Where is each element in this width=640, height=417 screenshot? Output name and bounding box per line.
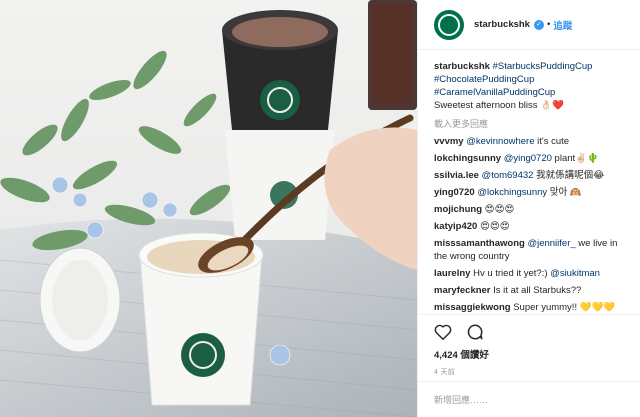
post-caption: starbuckshk #StarbucksPuddingCup #Chocol… [434, 60, 624, 112]
comment-mention[interactable]: @ying0720 [504, 153, 552, 164]
hashtag-link[interactable]: #CaramelVanillaPuddingCup [434, 87, 555, 98]
comment-mention[interactable]: @lokchingsunny [477, 187, 547, 198]
hashtag-link[interactable]: #StarbucksPuddingCup [493, 61, 593, 72]
post-photo[interactable] [0, 0, 417, 417]
post-header: starbuckshk ✓ • 追蹤 [418, 0, 640, 50]
comment-username[interactable]: lokchingsunny [434, 153, 501, 164]
caption-text: Sweetest afternoon bliss 👌🏻❤️ [434, 100, 564, 111]
post-container: starbuckshk ✓ • 追蹤 starbuckshk #Starbuck… [0, 0, 640, 417]
comment-username[interactable]: katyip420 [434, 221, 477, 232]
comment-item: katyip420 😍😍😍 [434, 220, 624, 233]
comment-username[interactable]: ying0720 [434, 187, 475, 198]
comment-username[interactable]: laurelny [434, 268, 470, 279]
comment-text: Hv u tried it yet?:) [473, 268, 548, 279]
comment-item: missaggiekwong Super yummy!! 💛💛💛💛 [434, 301, 624, 314]
comment-item: mojichung 😍😍😍 [434, 203, 624, 216]
follow-button[interactable]: 追蹤 [553, 18, 572, 32]
comment-item: ying0720 @lokchingsunny 맞아 🙉 [434, 186, 624, 199]
comment-text: 😍😍😍 [479, 221, 510, 232]
comment-text: it's cute [534, 136, 570, 147]
comment-username[interactable]: missaggiekwong [434, 302, 511, 313]
comment-username[interactable]: ssilvia.lee [434, 170, 479, 181]
comment-username[interactable]: mojichung [434, 204, 482, 215]
comment-text: 😍😍😍 [484, 204, 515, 215]
caption-username[interactable]: starbuckshk [434, 61, 490, 72]
comment-text: plant✌🏻🌵 [551, 153, 599, 164]
load-more-comments-link[interactable]: 載入更多回應 [434, 118, 624, 131]
post-timestamp[interactable]: 4 天前 [434, 367, 624, 377]
comment-username[interactable]: maryfeckner [434, 285, 491, 296]
comment-item: lokchingsunny @ying0720 plant✌🏻🌵 [434, 152, 624, 165]
comment-username[interactable]: vvvmy [434, 136, 464, 147]
comment-text: 我就係講呢個😂 [533, 170, 605, 181]
separator-dot: • [546, 19, 551, 30]
comment-mention[interactable]: @kevinnowhere [466, 136, 534, 147]
comment-item: ssilvia.lee @tom69432 我就係講呢個😂 [434, 169, 624, 182]
verified-badge-icon: ✓ [533, 19, 544, 30]
post-sidebar: starbuckshk ✓ • 追蹤 starbuckshk #Starbuck… [417, 0, 640, 417]
header-username[interactable]: starbuckshk [474, 19, 530, 30]
action-icons [434, 321, 624, 343]
pudding-photo-illustration [0, 0, 417, 417]
comment-mention[interactable]: @siukitman [548, 268, 600, 279]
profile-avatar[interactable] [434, 9, 464, 40]
comment-item: misssamanthawong @jenniifer_ we live in … [434, 237, 624, 263]
comment-mention[interactable]: @jenniifer_ [527, 238, 575, 249]
comment-item: laurelny Hv u tried it yet?:) @siukitman [434, 267, 624, 280]
comment-username[interactable]: misssamanthawong [434, 238, 525, 249]
comment-text: 맞아 🙉 [547, 187, 582, 198]
heart-icon[interactable] [434, 324, 452, 340]
comment-item: vvvmy @kevinnowhere it's cute [434, 135, 624, 148]
comment-mention[interactable]: @tom69432 [482, 170, 534, 181]
comments-section: starbuckshk #StarbucksPuddingCup #Chocol… [418, 50, 640, 314]
add-comment-input[interactable]: 新增回應…… [418, 381, 640, 417]
post-actions: 4,424 個讚好 4 天前 [418, 314, 640, 381]
hashtag-link[interactable]: #ChocolatePuddingCup [434, 74, 534, 85]
likes-count[interactable]: 4,424 個讚好 [434, 347, 624, 361]
comment-icon[interactable] [466, 323, 484, 341]
comment-text: Is it at all Starbuks?? [493, 285, 582, 296]
comment-item: maryfeckner Is it at all Starbuks?? [434, 284, 624, 297]
